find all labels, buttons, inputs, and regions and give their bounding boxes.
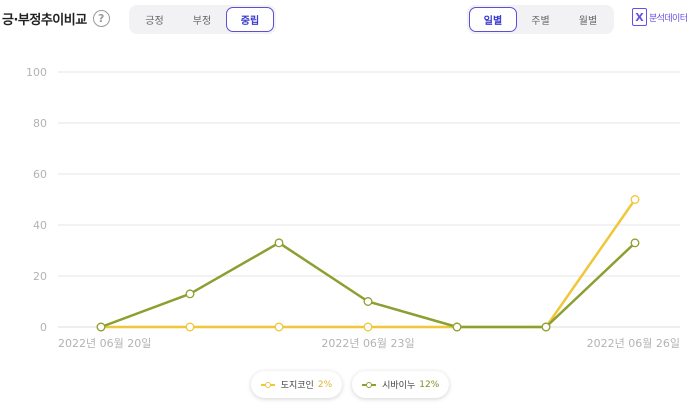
legend-marker-dogecoin (260, 381, 275, 389)
legend-item-dogecoin[interactable]: 도지코인 2% (250, 371, 343, 398)
y-tick-label: 0 (40, 321, 47, 334)
series-line-dogecoin (101, 198, 637, 329)
data-point-shiba (363, 297, 373, 306)
data-point-shiba (630, 238, 640, 248)
legend-label-shiba: 시바이누 (382, 381, 416, 391)
data-point-shiba (274, 238, 284, 248)
data-point-shiba (185, 289, 195, 299)
legend-pct-dogecoin: 2% (317, 379, 333, 390)
x-tick-label: 2022년 06월 26일 (587, 336, 680, 350)
data-point-dogecoin (363, 322, 373, 332)
legend-item-shiba[interactable]: 시바이누 12% (352, 371, 450, 398)
y-tick-label: 60 (33, 168, 47, 181)
data-point-shiba (452, 322, 462, 332)
x-tick-label: 2022년 06월 20일 (58, 336, 151, 350)
y-tick-label: 40 (33, 219, 47, 232)
data-point-dogecoin (274, 322, 284, 332)
data-point-dogecoin (185, 322, 195, 332)
data-point-dogecoin (630, 195, 640, 204)
y-tick-label: 100 (26, 66, 47, 79)
x-tick-label: 2022년 06월 23일 (321, 336, 414, 350)
legend-label-dogecoin: 도지코인 (280, 381, 314, 391)
data-point-shiba (96, 322, 106, 332)
legend-marker-shiba (362, 381, 377, 389)
legend-pct-shiba: 12% (419, 379, 440, 390)
data-point-shiba (541, 322, 551, 332)
y-tick-label: 20 (33, 270, 47, 283)
legend: 도지코인 2% 시바이누 12% (0, 371, 700, 398)
trend-line-chart: 0 20 40 60 80 100 2022년 06월 20일 2022년 06월 23일 20… (26, 66, 680, 350)
y-tick-label: 80 (33, 117, 47, 130)
